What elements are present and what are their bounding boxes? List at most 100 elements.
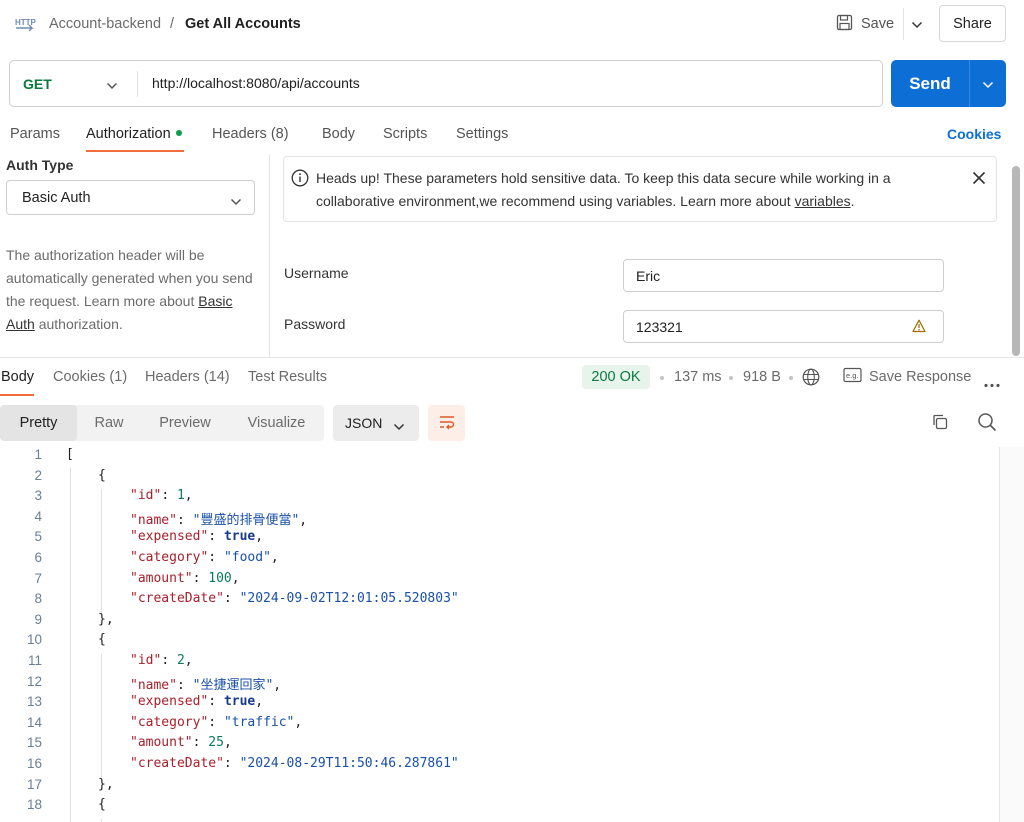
response-tab-cookies[interactable]: Cookies (1): [53, 369, 127, 385]
tab-params[interactable]: Params: [10, 126, 60, 142]
json-colon: :: [161, 653, 177, 668]
close-icon[interactable]: [972, 171, 986, 188]
json-colon: :: [192, 570, 209, 586]
response-tab-body[interactable]: Body: [1, 369, 34, 385]
auth-type-select[interactable]: Basic Auth: [6, 180, 255, 215]
svg-text:e.g.: e.g.: [846, 371, 859, 380]
alert-message-suffix: .: [850, 193, 855, 209]
json-comma: ,: [231, 570, 240, 586]
json-number: 100: [208, 570, 232, 586]
line-number: 16: [26, 756, 42, 771]
line-number: 1: [34, 447, 42, 462]
cookies-link[interactable]: Cookies: [947, 126, 1001, 142]
line-number: 6: [34, 550, 42, 565]
line-number: 18: [26, 797, 42, 813]
code-text: {: [98, 797, 106, 813]
meta-separator: [729, 376, 733, 380]
tab-headers-label: Headers: [212, 126, 267, 142]
code-line: 4 "name": "豐盛的排骨便當",: [0, 509, 1000, 530]
code-line: 5 "expensed": true,: [0, 529, 1000, 550]
json-key: "amount": [130, 735, 193, 751]
chevron-down-icon[interactable]: [106, 77, 118, 93]
code-line: 10 {: [0, 632, 1000, 653]
view-preview-button[interactable]: Preview: [141, 405, 229, 441]
view-raw-button[interactable]: Raw: [77, 405, 141, 441]
response-tab-headers-label: Headers: [145, 369, 200, 385]
response-body-viewer[interactable]: 1[ 2{ 3 "id": 1, 4 "name": "豐盛的排骨便當", 5 "ex…: [0, 447, 1000, 822]
save-options-button[interactable]: [903, 8, 929, 40]
response-format-select[interactable]: JSON: [333, 405, 419, 441]
json-key: "category": [130, 714, 209, 730]
code-line: 12 "name": "坐捷運回家",: [0, 674, 1000, 695]
line-number: 17: [26, 776, 42, 792]
meta-separator: [789, 376, 793, 380]
json-colon: :: [223, 756, 240, 771]
json-key: "category": [130, 550, 209, 565]
variables-link[interactable]: variables: [795, 193, 851, 209]
view-visualize-button[interactable]: Visualize: [229, 405, 324, 441]
globe-icon[interactable]: [802, 368, 820, 389]
tab-headers[interactable]: Headers (8): [212, 126, 289, 142]
url-input[interactable]: http://localhost:8080/api/accounts: [152, 75, 360, 91]
wrap-lines-button[interactable]: [428, 405, 465, 441]
status-badge[interactable]: 200 OK: [582, 365, 650, 389]
tab-settings[interactable]: Settings: [456, 126, 508, 142]
code-text: [: [66, 447, 74, 462]
send-options-button[interactable]: [969, 60, 1006, 107]
json-key: "expensed": [130, 529, 209, 545]
svg-text:HTTP: HTTP: [15, 18, 36, 27]
json-key: "name": [130, 512, 177, 528]
password-field[interactable]: 123321: [623, 310, 944, 343]
breadcrumb-collection[interactable]: Account-backend: [49, 16, 161, 32]
url-divider: [137, 71, 138, 97]
chevron-down-icon: [982, 76, 994, 92]
http-method-select[interactable]: GET: [23, 76, 52, 92]
response-time[interactable]: 137 ms: [674, 369, 722, 385]
share-button[interactable]: Share: [939, 5, 1006, 42]
json-string: "豐盛的排骨便當": [192, 512, 300, 528]
username-field[interactable]: Eric: [623, 259, 944, 292]
save-button[interactable]: Save: [832, 8, 902, 40]
tab-authorization[interactable]: Authorization: [86, 126, 182, 142]
auth-panel-scrollbar[interactable]: [1012, 166, 1020, 356]
chevron-down-icon: [911, 16, 923, 32]
response-body-scrollbar[interactable]: [999, 447, 1024, 822]
response-divider[interactable]: [0, 357, 1024, 358]
more-options-icon[interactable]: [984, 375, 1000, 391]
search-icon[interactable]: [977, 412, 997, 435]
json-key: "id": [130, 653, 162, 668]
breadcrumb-separator: /: [170, 16, 175, 32]
line-number: 14: [26, 714, 42, 730]
auth-type-label: Auth Type: [6, 157, 74, 173]
code-text: {: [98, 632, 106, 648]
tab-body[interactable]: Body: [322, 126, 355, 142]
json-comma: ,: [270, 550, 279, 565]
save-response-button[interactable]: e.g. Save Response: [843, 367, 971, 387]
json-colon: :: [208, 714, 224, 730]
response-format-value: JSON: [345, 415, 383, 431]
response-size[interactable]: 918 B: [743, 369, 781, 385]
alert-message: Heads up! These parameters hold sensitiv…: [316, 167, 956, 213]
username-value: Eric: [636, 268, 661, 284]
json-colon: :: [161, 488, 177, 504]
response-tab-headers[interactable]: Headers (14): [145, 369, 230, 385]
copy-icon[interactable]: [931, 413, 949, 434]
tab-headers-count: (8): [270, 126, 289, 142]
json-number: 25: [208, 735, 224, 751]
send-button[interactable]: Send: [891, 60, 969, 107]
view-pretty-button[interactable]: Pretty: [0, 405, 77, 441]
code-text: },: [98, 611, 114, 627]
line-number: 2: [34, 467, 42, 483]
tab-scripts[interactable]: Scripts: [383, 126, 427, 142]
code-line: 15 "amount": 25,: [0, 735, 1000, 756]
warning-icon: [912, 319, 926, 336]
json-colon: :: [208, 694, 224, 710]
json-colon: :: [208, 550, 224, 565]
json-comma: ,: [255, 694, 264, 710]
json-number: 2: [176, 653, 185, 668]
line-number: 9: [34, 611, 42, 627]
code-text: "createDate": "2024-08-29T11:50:46.28786…: [130, 756, 459, 771]
code-text: "id": 2,: [130, 653, 193, 668]
response-tab-test-results[interactable]: Test Results: [248, 369, 327, 385]
breadcrumb-request-title[interactable]: Get All Accounts: [185, 16, 301, 32]
